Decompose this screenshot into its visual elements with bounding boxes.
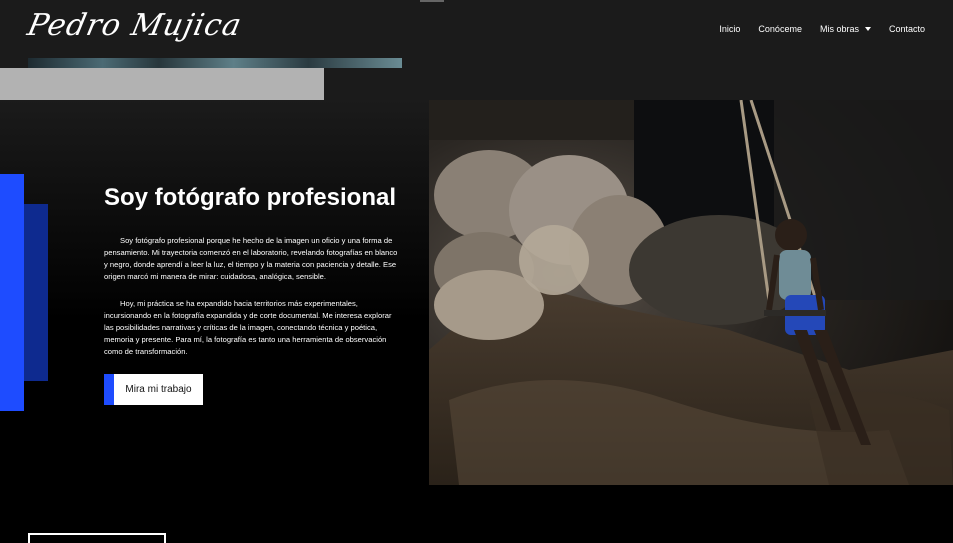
header-photo-strip bbox=[28, 58, 402, 68]
hero-paragraph-2: Hoy, mi práctica se ha expandido hacia t… bbox=[104, 299, 392, 356]
button-accent bbox=[104, 374, 114, 405]
next-section-frame bbox=[28, 533, 166, 543]
hero-paragraph-1: Soy fotógrafo profesional porque he hech… bbox=[104, 236, 398, 281]
view-work-button-label: Mira mi trabajo bbox=[125, 384, 192, 395]
nav-item-inicio[interactable]: Inicio bbox=[719, 23, 740, 35]
main-nav: Inicio Conóceme Mis obras Contacto bbox=[701, 23, 925, 35]
hero-title: Soy fotógrafo profesional bbox=[104, 184, 397, 211]
nav-item-conoceme[interactable]: Conóceme bbox=[758, 23, 802, 35]
caret-down-icon[interactable] bbox=[864, 27, 871, 31]
hero-photo-illustration bbox=[429, 100, 953, 485]
header-grey-strip bbox=[0, 68, 324, 100]
view-work-button[interactable]: Mira mi trabajo bbox=[104, 374, 203, 405]
hero-photo bbox=[429, 100, 953, 485]
accent-bar-primary bbox=[0, 174, 24, 411]
nav-item-contacto[interactable]: Contacto bbox=[889, 23, 925, 35]
site-logo[interactable]: Pedro Mujica bbox=[24, 8, 245, 43]
accent-bar-secondary bbox=[24, 204, 48, 381]
scroll-indicator bbox=[420, 0, 444, 2]
nav-item-mis-obras-label: Mis obras bbox=[819, 24, 859, 34]
nav-item-mis-obras[interactable]: Mis obras bbox=[820, 23, 871, 35]
